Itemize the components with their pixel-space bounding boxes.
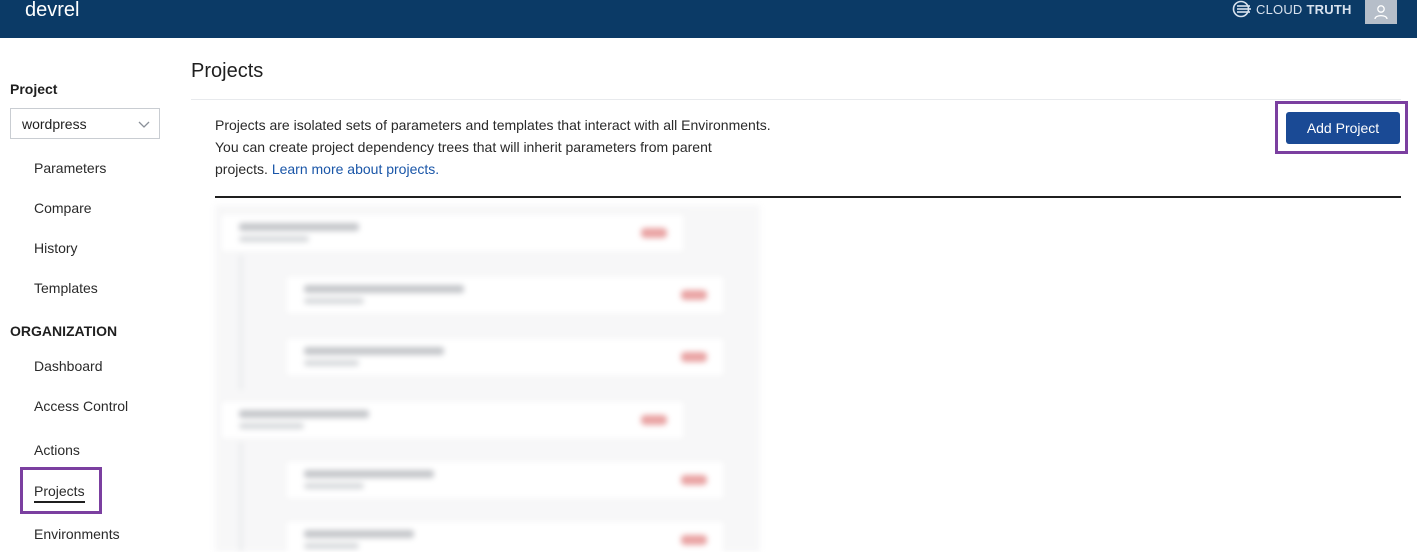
tree-row (285, 520, 725, 552)
description-line-1: Projects are isolated sets of parameters… (215, 117, 771, 133)
sidebar-item-environments[interactable]: Environments (34, 526, 120, 542)
projects-description: Projects are isolated sets of parameters… (215, 114, 815, 180)
title-divider (191, 99, 1401, 100)
tree-row (220, 400, 685, 440)
tree-row (285, 275, 725, 315)
top-bar: devrel CLOUD TRUTH (0, 0, 1417, 38)
brand-bold-text: TRUTH (1306, 1, 1352, 17)
tree-row (285, 337, 725, 377)
sidebar-item-compare[interactable]: Compare (34, 200, 92, 216)
avatar[interactable] (1365, 0, 1397, 24)
sidebar-item-dashboard[interactable]: Dashboard (34, 358, 103, 374)
projects-highlight-box (20, 467, 102, 514)
organization-section-label: ORGANIZATION (10, 323, 118, 339)
org-name[interactable]: devrel (25, 0, 79, 22)
user-icon (1374, 5, 1388, 20)
tree-row (220, 213, 685, 253)
sidebar-item-parameters[interactable]: Parameters (34, 160, 106, 176)
description-line-2: You can create project dependency trees … (215, 139, 712, 155)
sidebar-item-history[interactable]: History (34, 240, 78, 256)
cloudtruth-logo-icon (1232, 0, 1251, 18)
learn-more-link[interactable]: Learn more about projects. (272, 161, 439, 177)
project-section-label: Project (10, 81, 58, 97)
cloudtruth-logo: CLOUD TRUTH (1232, 0, 1352, 18)
page-title: Projects (191, 60, 264, 82)
description-line-3: projects. Learn more about projects. (215, 158, 815, 180)
tree-row (285, 460, 725, 500)
sidebar-item-access-control[interactable]: Access Control (34, 398, 128, 414)
add-project-button[interactable]: Add Project (1286, 112, 1400, 144)
chevron-down-icon (138, 121, 150, 128)
project-tree-blurred (215, 205, 760, 552)
description-line-3-text: projects. (215, 161, 268, 177)
sidebar-item-actions[interactable]: Actions (34, 442, 80, 458)
project-select[interactable]: wordpress (10, 108, 160, 139)
project-select-value: wordpress (22, 115, 87, 132)
content-divider (215, 196, 1401, 198)
brand-light-text: CLOUD (1256, 1, 1303, 17)
sidebar-item-templates[interactable]: Templates (34, 280, 98, 296)
